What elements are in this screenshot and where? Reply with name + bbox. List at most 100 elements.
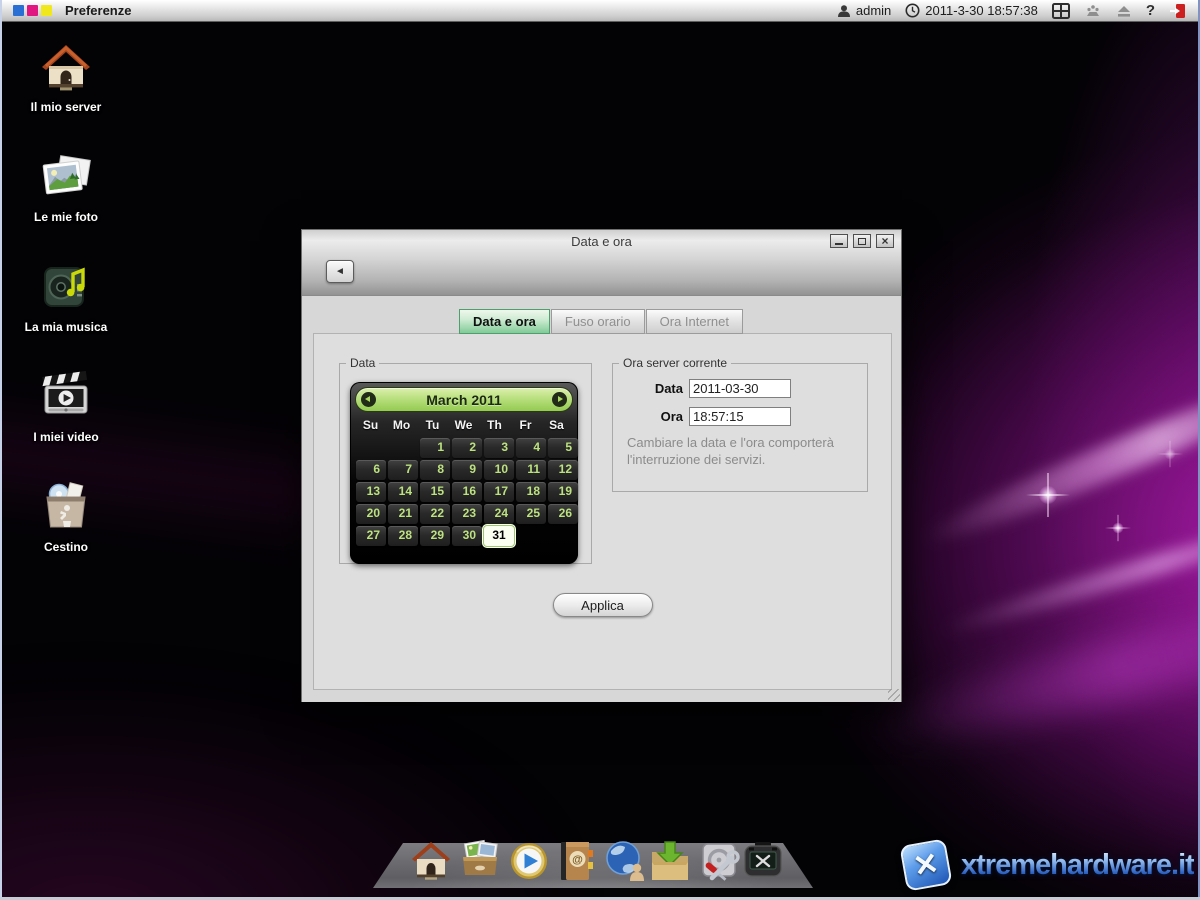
calendar-weekday: Su <box>355 418 386 432</box>
desktop-icon-label: I miei video <box>10 430 122 444</box>
calendar-day-18[interactable]: 18 <box>516 482 546 502</box>
screen-edge <box>0 0 2 900</box>
server-time-note: Cambiare la data e l'ora comporterà l'in… <box>627 435 857 469</box>
apply-button[interactable]: Applica <box>553 593 653 617</box>
calendar-day-30[interactable]: 30 <box>452 526 482 546</box>
calendar-day-10[interactable]: 10 <box>484 460 514 480</box>
close-icon: × <box>881 235 888 247</box>
watermark: ✕ xtremehardware.it <box>903 842 1194 888</box>
close-button[interactable]: × <box>876 234 894 248</box>
calendar-month-title: March 2011 <box>376 392 552 408</box>
content-panel: Data March 2011 SuMoTuWeThFrSa 123456789… <box>313 333 892 690</box>
desktop-icon-my-videos[interactable]: I miei video <box>10 370 122 444</box>
calendar-day-29[interactable]: 29 <box>420 526 450 546</box>
calendar-day-11[interactable]: 11 <box>516 460 546 480</box>
widgets-icon[interactable] <box>1084 4 1102 18</box>
trash-icon <box>38 480 94 534</box>
logout-icon[interactable] <box>1169 3 1186 19</box>
calendar-day-27[interactable]: 27 <box>356 526 386 546</box>
home-icon <box>38 40 94 94</box>
dock-disk-tools-icon[interactable] <box>698 838 742 884</box>
calendar-day-26[interactable]: 26 <box>548 504 578 524</box>
desktop-icon-my-server[interactable]: Il mio server <box>10 40 122 114</box>
window-grid-icon[interactable] <box>1052 3 1070 19</box>
calendar-day-7[interactable]: 7 <box>388 460 418 480</box>
desktop: Preferenze admin 2011-3-30 18:57:38 ? <box>0 0 1200 900</box>
dock-photo-box-icon[interactable] <box>458 838 502 884</box>
window-body: Data e ora Fuso orario Ora Internet Data… <box>302 296 901 702</box>
svg-text:@: @ <box>572 854 583 866</box>
calendar-day-22[interactable]: 22 <box>420 504 450 524</box>
tab-data-e-ora[interactable]: Data e ora <box>459 309 550 334</box>
calendar-day-23[interactable]: 23 <box>452 504 482 524</box>
server-date-input[interactable] <box>689 379 791 398</box>
calendar-day-12[interactable]: 12 <box>548 460 578 480</box>
minimize-button[interactable] <box>830 234 848 248</box>
calendar-day-15[interactable]: 15 <box>420 482 450 502</box>
photos-icon <box>38 150 94 204</box>
calendar-next-button[interactable] <box>552 392 567 407</box>
minimize-icon <box>835 243 843 245</box>
dock-toolbox-icon[interactable] <box>741 838 785 884</box>
calendar-day-6[interactable]: 6 <box>356 460 386 480</box>
window-title: Data e ora <box>302 234 901 249</box>
calendar-prev-button[interactable] <box>361 392 376 407</box>
dock-home-icon[interactable] <box>409 838 453 884</box>
calendar-day-4[interactable]: 4 <box>516 438 546 458</box>
calendar-day-2[interactable]: 2 <box>452 438 482 458</box>
server-time-input[interactable] <box>689 407 791 426</box>
calendar-empty-cell <box>356 438 386 458</box>
calendar-day-13[interactable]: 13 <box>356 482 386 502</box>
chevron-right-icon <box>558 396 563 402</box>
video-icon <box>38 370 94 424</box>
resize-grip[interactable] <box>888 689 900 701</box>
chevron-left-icon <box>365 396 370 402</box>
calendar-day-17[interactable]: 17 <box>484 482 514 502</box>
calendar-day-8[interactable]: 8 <box>420 460 450 480</box>
dock-download-folder-icon[interactable] <box>648 838 692 884</box>
user-menu[interactable]: admin <box>837 3 891 18</box>
calendar-weekdays: SuMoTuWeThFrSa <box>355 418 573 432</box>
calendar-day-5[interactable]: 5 <box>548 438 578 458</box>
calendar-day-24[interactable]: 24 <box>484 504 514 524</box>
tab-fuso-orario[interactable]: Fuso orario <box>551 309 645 334</box>
brand-logo <box>13 5 52 16</box>
calendar-day-20[interactable]: 20 <box>356 504 386 524</box>
calendar-day-19[interactable]: 19 <box>548 482 578 502</box>
calendar-day-28[interactable]: 28 <box>388 526 418 546</box>
tab-bar: Data e ora Fuso orario Ora Internet <box>302 309 901 334</box>
calendar-day-16[interactable]: 16 <box>452 482 482 502</box>
calendar-header: March 2011 <box>355 387 573 412</box>
calendar-empty-cell <box>516 526 546 546</box>
eject-icon[interactable] <box>1116 4 1132 18</box>
calendar-weekday: Tu <box>417 418 448 432</box>
date-fieldset-legend: Data <box>346 356 379 370</box>
calendar-weekday: Fr <box>510 418 541 432</box>
desktop-icon-my-photos[interactable]: Le mie foto <box>10 150 122 224</box>
help-icon[interactable]: ? <box>1146 2 1155 19</box>
calendar-day-21[interactable]: 21 <box>388 504 418 524</box>
desktop-icon-my-music[interactable]: La mia musica <box>10 260 122 334</box>
calendar-day-1[interactable]: 1 <box>420 438 450 458</box>
dock-address-book-icon[interactable]: @ <box>553 838 597 884</box>
dock-network-globe-icon[interactable] <box>604 838 648 884</box>
music-icon <box>38 260 94 314</box>
calendar-day-25[interactable]: 25 <box>516 504 546 524</box>
back-button[interactable]: ◄ <box>326 260 354 283</box>
calendar-day-14[interactable]: 14 <box>388 482 418 502</box>
menubar: Preferenze admin 2011-3-30 18:57:38 ? <box>0 0 1200 22</box>
server-time-label: Ora <box>625 409 683 424</box>
clock-item: 2011-3-30 18:57:38 <box>905 3 1038 18</box>
watermark-x-icon: ✕ <box>899 838 952 891</box>
calendar-day-3[interactable]: 3 <box>484 438 514 458</box>
calendar-day-31[interactable]: 31 <box>484 526 514 546</box>
calendar: March 2011 SuMoTuWeThFrSa 12345678910111… <box>350 382 578 564</box>
calendar-day-9[interactable]: 9 <box>452 460 482 480</box>
server-time-fieldset: Ora server corrente Data Ora Cambiare la… <box>612 356 868 492</box>
dock-media-player-icon[interactable] <box>507 838 551 884</box>
tab-ora-internet[interactable]: Ora Internet <box>646 309 743 334</box>
sparkle-star <box>1026 473 1070 517</box>
desktop-icon-trash[interactable]: Cestino <box>10 480 122 554</box>
maximize-button[interactable] <box>853 234 871 248</box>
server-time-legend: Ora server corrente <box>619 356 731 370</box>
